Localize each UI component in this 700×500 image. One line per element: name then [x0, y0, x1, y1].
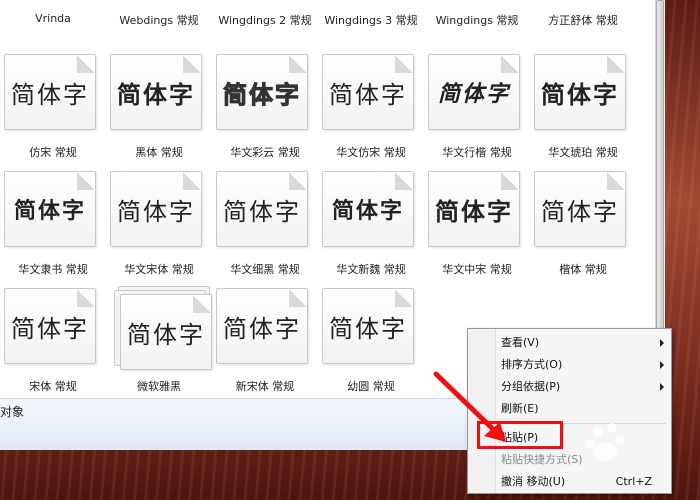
font-item[interactable]: 简体字 微软雅黑	[106, 286, 212, 396]
font-item-label: 华文行楷 常规	[442, 146, 512, 159]
font-item[interactable]: 简体字 华文琥珀 常规	[530, 54, 636, 162]
font-item[interactable]: 简体字 华文细黑 常规	[212, 171, 318, 279]
font-item-label: 新宋体 常规	[235, 380, 295, 393]
font-item[interactable]: 简体字 华文宋体 常规	[106, 171, 212, 279]
menu-item-label: 查看(V)	[501, 336, 540, 349]
scrollbar-thumb[interactable]	[656, 0, 664, 330]
font-item-label: 华文宋体 常规	[124, 263, 194, 276]
font-preview-icon: 简体字	[216, 288, 308, 364]
font-item[interactable]: 简体字 华文行楷 常规	[424, 54, 530, 162]
submenu-arrow-icon	[660, 383, 664, 391]
font-item[interactable]: 简体字 华文隶书 常规	[0, 171, 106, 279]
font-item-label: 楷体 常规	[559, 263, 607, 276]
font-preview-icon: 简体字	[110, 171, 202, 247]
font-item[interactable]: 简体字 宋体 常规	[0, 288, 106, 396]
font-item-label: 华文细黑 常规	[230, 263, 300, 276]
font-label[interactable]: Webdings 常规	[106, 12, 212, 28]
font-label[interactable]: Wingdings 常规	[424, 12, 530, 28]
menu-item-view[interactable]: 查看(V)	[498, 333, 668, 353]
font-item[interactable]: 简体字 新宋体 常规	[212, 288, 318, 396]
font-label[interactable]: Wingdings 2 常规	[212, 12, 318, 28]
font-item-label: 华文新魏 常规	[336, 263, 406, 276]
watermark-logo-icon	[578, 418, 696, 478]
menu-item-refresh[interactable]: 刷新(E)	[498, 399, 668, 419]
font-item[interactable]: 简体字 仿宋 常规	[0, 54, 106, 162]
font-item[interactable]: 简体字 华文中宋 常规	[424, 171, 530, 279]
font-item-label: 华文中宋 常规	[442, 263, 512, 276]
submenu-arrow-icon	[660, 361, 664, 369]
submenu-arrow-icon	[660, 339, 664, 347]
font-item-label: 微软雅黑	[137, 380, 181, 393]
font-preview-icon: 简体字	[4, 288, 96, 364]
menu-item-label: 粘贴快捷方式(S)	[501, 453, 583, 466]
menu-item-sort-by[interactable]: 排序方式(O)	[498, 355, 668, 375]
menu-item-label: 刷新(E)	[501, 402, 539, 415]
menu-item-label: 排序方式(O)	[501, 358, 563, 371]
menu-icon-gutter	[468, 329, 496, 493]
annotation-highlight-box	[477, 421, 563, 449]
font-item-label: 幼圆 常规	[347, 380, 395, 393]
font-label[interactable]: Wingdings 3 常规	[318, 12, 424, 28]
font-item[interactable]: 简体字 华文新魏 常规	[318, 171, 424, 279]
font-item[interactable]: 简体字 华文彩云 常规	[212, 54, 318, 162]
font-preview-icon: 简体字	[322, 54, 414, 130]
font-item-label: 宋体 常规	[29, 380, 77, 393]
font-preview-icon: 简体字	[322, 171, 414, 247]
font-preview-icon: 简体字	[428, 54, 520, 130]
status-text: 对象	[0, 405, 25, 419]
font-preview-icon: 简体字	[4, 54, 96, 130]
font-item[interactable]: 简体字 华文仿宋 常规	[318, 54, 424, 162]
font-item-label: 仿宋 常规	[29, 146, 77, 159]
font-item[interactable]: 简体字 楷体 常规	[530, 171, 636, 279]
font-item-label: 华文彩云 常规	[230, 146, 300, 159]
font-item-label: 黑体 常规	[135, 146, 183, 159]
font-preview-icon: 简体字	[110, 54, 202, 130]
font-family-preview-icon: 简体字	[120, 294, 212, 370]
font-label[interactable]: 方正舒体 常规	[530, 12, 636, 28]
font-preview-icon: 简体字	[216, 171, 308, 247]
font-item-label: 华文琥珀 常规	[548, 146, 618, 159]
font-item[interactable]: 简体字 幼圆 常规	[318, 288, 424, 396]
font-preview-icon: 简体字	[4, 171, 96, 247]
font-preview-icon: 简体字	[322, 288, 414, 364]
menu-item-group-by[interactable]: 分组依据(P)	[498, 377, 668, 397]
menu-item-label: 撤消 移动(U)	[501, 475, 566, 488]
font-preview-icon: 简体字	[534, 171, 626, 247]
font-label[interactable]: Vrinda	[0, 12, 106, 25]
font-preview-icon: 简体字	[428, 171, 520, 247]
font-preview-icon: 简体字	[534, 54, 626, 130]
font-item-label: 华文隶书 常规	[18, 263, 88, 276]
font-item-label: 华文仿宋 常规	[336, 146, 406, 159]
menu-item-label: 分组依据(P)	[501, 380, 561, 393]
font-preview-icon: 简体字	[216, 54, 308, 130]
font-item[interactable]: 简体字 黑体 常规	[106, 54, 212, 162]
